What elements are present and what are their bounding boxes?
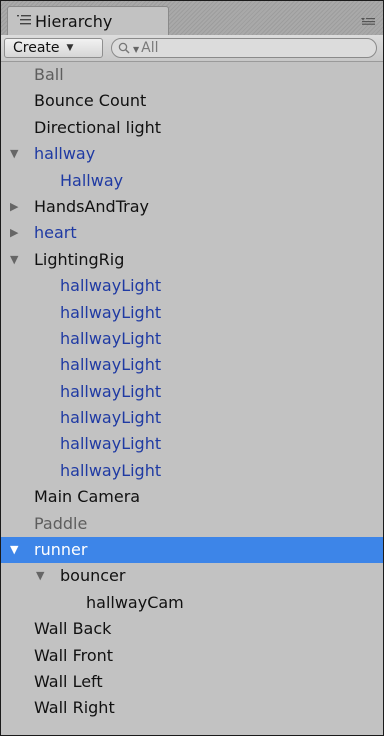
search-input[interactable] bbox=[141, 40, 342, 56]
hierarchy-row[interactable]: hallwayLight bbox=[1, 405, 383, 431]
hierarchy-row[interactable]: Main Camera bbox=[1, 484, 383, 510]
hierarchy-item-label: hallwayLight bbox=[60, 381, 162, 401]
hierarchy-item-label: Wall Left bbox=[34, 671, 103, 691]
hierarchy-row[interactable]: hallwayLight bbox=[1, 300, 383, 326]
hierarchy-row[interactable]: hallwayLight bbox=[1, 379, 383, 405]
hierarchy-row[interactable]: Wall Front bbox=[1, 643, 383, 669]
hierarchy-item-label: LightingRig bbox=[34, 249, 125, 269]
hierarchy-row[interactable]: hallwayLight bbox=[1, 326, 383, 352]
foldout-expanded-icon[interactable]: ▼ bbox=[10, 141, 18, 167]
foldout-collapsed-icon[interactable]: ▶ bbox=[10, 220, 18, 246]
hierarchy-row[interactable]: Directional light bbox=[1, 115, 383, 141]
foldout-collapsed-icon[interactable]: ▶ bbox=[10, 194, 18, 220]
hierarchy-item-label: Wall Front bbox=[34, 645, 114, 665]
hierarchy-item-label: hallway bbox=[34, 144, 96, 164]
hierarchy-row[interactable]: Paddle bbox=[1, 511, 383, 537]
hierarchy-row[interactable]: Wall Left bbox=[1, 669, 383, 695]
hierarchy-item-label: Paddle bbox=[34, 513, 88, 533]
hierarchy-item-label: Main Camera bbox=[34, 487, 141, 507]
panel-menu-icon[interactable] bbox=[361, 17, 375, 25]
tab-hierarchy[interactable]: Hierarchy bbox=[7, 6, 169, 35]
hierarchy-row[interactable]: hallwayLight bbox=[1, 431, 383, 457]
hierarchy-row[interactable]: ▼ hallway bbox=[1, 141, 383, 167]
hierarchy-panel: Hierarchy Create ▼ ▼ Ball Bounce Count Dir… bbox=[0, 0, 384, 736]
hierarchy-list-icon bbox=[17, 15, 31, 25]
hierarchy-item-label: HandsAndTray bbox=[34, 196, 149, 216]
chevron-down-icon: ▼ bbox=[66, 43, 74, 53]
hierarchy-item-label: hallwayLight bbox=[60, 328, 162, 348]
hierarchy-row[interactable]: ▼ runner bbox=[1, 537, 383, 564]
hierarchy-item-label: hallwayCam bbox=[86, 592, 184, 612]
hierarchy-row[interactable]: ▶ heart bbox=[1, 220, 383, 246]
hierarchy-item-label: Wall Right bbox=[34, 698, 115, 718]
create-dropdown-button[interactable]: Create ▼ bbox=[4, 38, 103, 58]
hierarchy-tree: Ball Bounce Count Directional light ▼ hallwa… bbox=[1, 62, 383, 722]
hierarchy-row[interactable]: Wall Right bbox=[1, 695, 383, 721]
hierarchy-row[interactable]: Hallway bbox=[1, 168, 383, 194]
tab-title: Hierarchy bbox=[35, 11, 113, 31]
hierarchy-item-label: bouncer bbox=[60, 566, 126, 586]
hierarchy-row[interactable]: hallwayCam bbox=[1, 590, 383, 616]
hierarchy-item-label: Hallway bbox=[60, 170, 124, 190]
search-icon bbox=[118, 42, 130, 54]
foldout-expanded-icon[interactable]: ▼ bbox=[10, 247, 18, 273]
search-filter-dropdown-icon[interactable]: ▼ bbox=[133, 45, 139, 54]
hierarchy-row[interactable]: Bounce Count bbox=[1, 88, 383, 114]
hierarchy-row[interactable]: ▼ bouncer bbox=[1, 563, 383, 589]
hierarchy-item-label: Directional light bbox=[34, 117, 162, 137]
hierarchy-item-label: Bounce Count bbox=[34, 91, 147, 111]
hierarchy-row[interactable]: ▼ LightingRig bbox=[1, 247, 383, 273]
hierarchy-item-label: heart bbox=[34, 223, 77, 243]
foldout-expanded-icon[interactable]: ▼ bbox=[10, 537, 18, 563]
create-label: Create bbox=[13, 40, 60, 56]
hierarchy-item-label: hallwayLight bbox=[60, 355, 162, 375]
hierarchy-item-label: runner bbox=[34, 540, 88, 560]
hierarchy-item-label: Wall Back bbox=[34, 619, 112, 639]
hierarchy-row[interactable]: hallwayLight bbox=[1, 352, 383, 378]
hierarchy-toolbar: Create ▼ ▼ bbox=[1, 35, 383, 62]
search-field[interactable]: ▼ bbox=[111, 38, 377, 58]
hierarchy-row[interactable]: Wall Back bbox=[1, 616, 383, 642]
hierarchy-row[interactable]: hallwayLight bbox=[1, 273, 383, 299]
hierarchy-item-label: hallwayLight bbox=[60, 408, 162, 428]
hierarchy-item-label: Ball bbox=[34, 65, 64, 84]
hierarchy-row[interactable]: ▶ HandsAndTray bbox=[1, 194, 383, 220]
hierarchy-row[interactable]: Ball bbox=[1, 62, 383, 88]
hierarchy-item-label: hallwayLight bbox=[60, 302, 162, 322]
foldout-expanded-icon[interactable]: ▼ bbox=[36, 563, 44, 589]
hierarchy-item-label: hallwayLight bbox=[60, 460, 162, 480]
hierarchy-item-label: hallwayLight bbox=[60, 434, 162, 454]
hierarchy-row[interactable]: hallwayLight bbox=[1, 458, 383, 484]
hierarchy-item-label: hallwayLight bbox=[60, 276, 162, 296]
tab-strip: Hierarchy bbox=[1, 1, 383, 36]
